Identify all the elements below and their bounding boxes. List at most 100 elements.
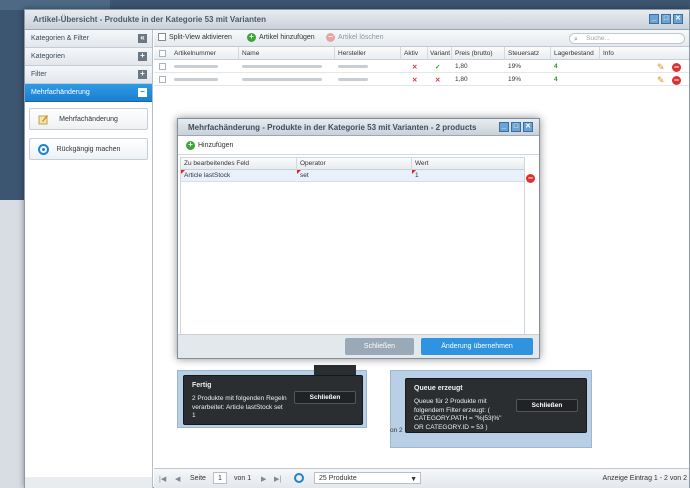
undo-button[interactable]: Rückgängig machen: [29, 138, 148, 160]
dialog-close-button[interactable]: Schließen: [345, 338, 414, 355]
pagination-bar: |◀ ◀ Seite 1 von 1 ▶ ▶| 25 Produkte ▼ An…: [154, 468, 689, 488]
pager-fragment: on 2: [390, 427, 403, 434]
notification-close-button[interactable]: Schließen: [294, 391, 356, 404]
column-header[interactable]: Zu bearbeitendes Feld: [184, 160, 249, 167]
close-button[interactable]: ✕: [673, 14, 683, 24]
maximize-button[interactable]: □: [661, 14, 671, 24]
record-summary: Anzeige Eintrag 1 - 2 von 2: [602, 475, 687, 482]
column-divider: [599, 47, 600, 60]
search-icon: ⌕: [574, 36, 578, 43]
sidebar-header-categories-filter[interactable]: Kategorien & Filter «: [25, 30, 152, 48]
minus-icon: −: [326, 33, 335, 42]
column-header[interactable]: Preis (brutto): [455, 50, 493, 57]
column-header[interactable]: Name: [242, 50, 259, 57]
dialog-title: Mehrfachänderung - Produkte in der Kateg…: [188, 123, 477, 132]
notification-line: Queue für 2 Produkte mit: [414, 398, 487, 405]
rules-grid: Zu bearbeitendes Feld Operator Wert Arti…: [180, 157, 525, 337]
value-cell[interactable]: 1: [415, 172, 419, 179]
next-page-icon[interactable]: ▶: [261, 475, 266, 483]
mass-change-button[interactable]: Mehrfachänderung: [29, 108, 148, 130]
edit-pencil-icon[interactable]: ✎: [657, 63, 667, 72]
add-article-button[interactable]: + Artikel hinzufügen: [247, 33, 315, 42]
button-label: Rückgängig machen: [56, 146, 121, 153]
prev-page-icon[interactable]: ◀: [175, 475, 180, 483]
search-placeholder: Suche...: [586, 35, 610, 42]
dialog-toolbar: + Hinzufügen: [178, 136, 539, 155]
column-header[interactable]: Lagerbestand: [554, 50, 594, 57]
delete-article-button[interactable]: − Artikel löschen: [326, 33, 384, 42]
operator-cell[interactable]: set: [300, 172, 309, 179]
delete-row-icon[interactable]: −: [672, 76, 681, 85]
redacted-manufacturer: [338, 78, 368, 81]
field-cell[interactable]: Article lastStock: [184, 172, 230, 179]
close-button[interactable]: ✕: [523, 122, 533, 132]
apply-changes-button[interactable]: Änderung übernehmen: [421, 338, 533, 355]
redacted-article-number: [174, 78, 218, 81]
page-size-select[interactable]: 25 Produkte ▼: [314, 472, 421, 484]
column-header[interactable]: Operator: [300, 160, 326, 167]
redacted-name: [242, 78, 322, 81]
maximize-button[interactable]: □: [511, 122, 521, 132]
button-label: Artikel hinzufügen: [259, 34, 315, 41]
column-header[interactable]: Aktiv: [404, 50, 418, 57]
notification-title: Fertig: [192, 382, 212, 389]
tax-cell: 19%: [508, 76, 522, 83]
select-all-checkbox[interactable]: [159, 50, 166, 57]
add-rule-button[interactable]: + Hinzufügen: [186, 141, 233, 150]
rule-row[interactable]: Article lastStock set 1: [181, 170, 524, 182]
column-header[interactable]: Steuersatz: [508, 50, 539, 57]
minimize-button[interactable]: _: [499, 122, 509, 132]
expand-icon[interactable]: +: [138, 70, 147, 79]
window-titlebar[interactable]: Artikel-Übersicht - Produkte in der Kate…: [25, 10, 689, 30]
grid-header: Artikelnummer Name Hersteller Aktiv Vari…: [154, 47, 689, 60]
stock-cell: 4: [554, 76, 558, 83]
column-header[interactable]: Info: [603, 50, 614, 57]
sidebar-item-label: Kategorien: [31, 53, 65, 60]
price-cell: 1,80: [455, 76, 468, 83]
column-header[interactable]: Artikelnummer: [174, 50, 216, 57]
column-divider: [550, 47, 551, 60]
sidebar-item-mass-change[interactable]: Mehrfachänderung −: [25, 84, 152, 102]
sidebar-item-label: Filter: [31, 71, 47, 78]
mass-change-panel: Mehrfachänderung Rückgängig machen: [25, 102, 152, 477]
first-page-icon[interactable]: |◀: [159, 475, 166, 483]
column-header[interactable]: Variant: [430, 50, 450, 57]
row-checkbox[interactable]: [159, 63, 166, 70]
sidebar-item-categories[interactable]: Kategorien +: [25, 48, 152, 66]
toolbar: Split-View aktivieren + Artikel hinzufüg…: [154, 30, 689, 47]
last-page-icon[interactable]: ▶|: [274, 475, 281, 483]
page-input[interactable]: 1: [213, 472, 227, 484]
column-header[interactable]: Hersteller: [338, 50, 366, 57]
minimize-button[interactable]: _: [649, 14, 659, 24]
dialog-titlebar[interactable]: Mehrfachänderung - Produkte in der Kateg…: [178, 119, 539, 136]
inactive-icon: ✕: [412, 64, 418, 71]
edit-pencil-icon[interactable]: ✎: [657, 76, 667, 85]
column-divider: [504, 47, 505, 60]
collapse-icon[interactable]: «: [138, 34, 147, 43]
collapse-icon[interactable]: −: [138, 88, 147, 97]
expand-icon[interactable]: +: [138, 52, 147, 61]
button-label: Artikel löschen: [338, 34, 384, 41]
price-cell: 1,80: [455, 63, 468, 70]
redacted-article-number: [174, 65, 218, 68]
table-row[interactable]: ✕ ✓ 1,80 19% 4 ✎ −: [154, 60, 689, 73]
refresh-icon[interactable]: [294, 473, 304, 483]
column-divider: [451, 47, 452, 60]
row-checkbox[interactable]: [159, 76, 166, 83]
sidebar-item-label: Mehrfachänderung: [31, 89, 90, 96]
sidebar-item-filter[interactable]: Filter +: [25, 66, 152, 84]
table-row[interactable]: ✕ ✕ 1,80 19% 4 ✎ −: [154, 73, 689, 86]
notification-close-button[interactable]: Schließen: [516, 399, 578, 412]
delete-rule-icon[interactable]: −: [526, 174, 535, 183]
notification-line: folgendem Filter erzeugt: (: [414, 406, 490, 414]
search-input[interactable]: ⌕ Suche...: [569, 33, 685, 44]
redacted-manufacturer: [338, 65, 368, 68]
dialog-footer: Schließen Änderung übernehmen: [178, 334, 539, 358]
split-view-icon: [158, 33, 166, 41]
column-divider: [238, 47, 239, 60]
column-header[interactable]: Wert: [415, 160, 429, 167]
notification-title: Queue erzeugt: [414, 385, 463, 392]
page-label: Seite: [190, 475, 206, 482]
split-view-button[interactable]: Split-View aktivieren: [158, 33, 232, 41]
delete-row-icon[interactable]: −: [672, 63, 681, 72]
